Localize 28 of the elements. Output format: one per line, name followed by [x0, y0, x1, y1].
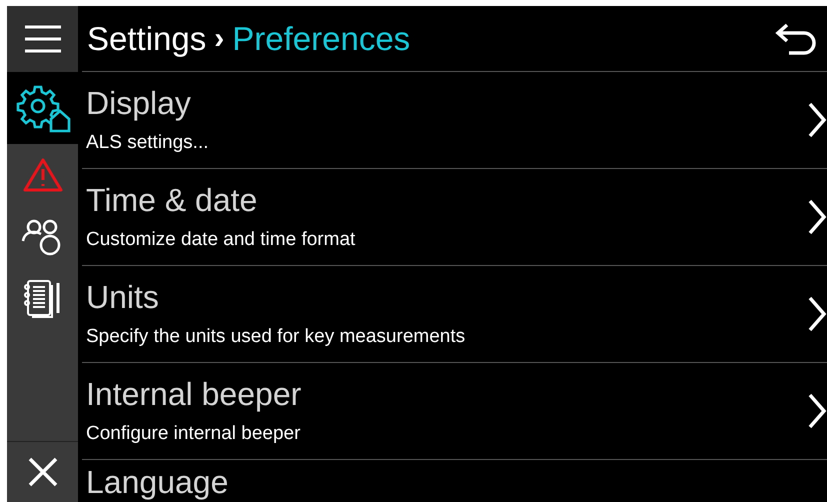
back-icon — [775, 22, 817, 56]
row-subtitle: Specify the units used for key measurements — [86, 324, 466, 349]
row-title: Display — [86, 84, 192, 123]
chevron-right-icon — [807, 102, 827, 138]
row-title: Internal beeper — [86, 374, 302, 414]
close-icon — [28, 457, 58, 487]
warning-icon — [22, 157, 64, 193]
breadcrumb-parent[interactable]: Settings — [87, 14, 206, 64]
settings-row[interactable]: Units Specify the units used for key measurements — [82, 266, 827, 363]
settings-row[interactable]: Language — [82, 460, 827, 502]
chevron-right-icon — [807, 296, 827, 332]
menu-icon — [24, 25, 62, 53]
settings-row[interactable]: Time & date Customize date and time format — [82, 169, 827, 266]
row-subtitle: ALS settings... — [86, 130, 210, 155]
chevron-right-icon — [807, 393, 827, 429]
settings-row[interactable]: Display ALS settings... — [82, 72, 827, 169]
breadcrumb-current: Preferences — [232, 18, 410, 59]
gear-home-icon — [14, 83, 70, 133]
breadcrumb-separator: › — [214, 21, 224, 57]
row-subtitle: Customize date and time format — [86, 228, 356, 252]
row-title: Language — [86, 463, 230, 502]
row-title: Time & date — [86, 180, 258, 220]
sidebar-tab[interactable] — [7, 72, 78, 144]
menu-button[interactable] — [7, 6, 78, 72]
row-subtitle: Configure internal beeper — [86, 422, 302, 446]
row-title: Units — [86, 278, 160, 317]
settings-row[interactable]: Internal beeper Configure internal beeper — [82, 363, 827, 460]
chevron-right-icon — [807, 199, 827, 235]
